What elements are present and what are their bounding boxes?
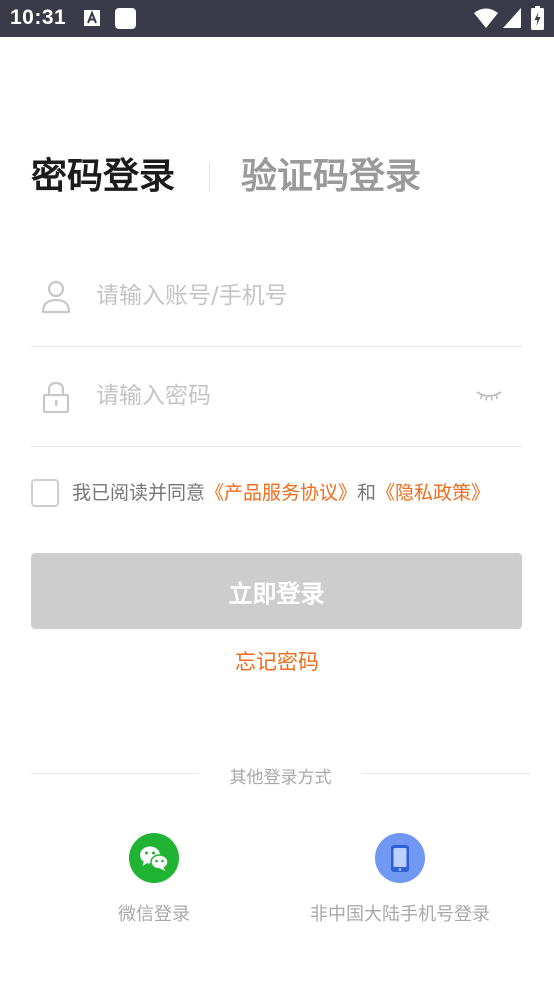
privacy-link[interactable]: 《隐私政策》 xyxy=(376,482,490,504)
password-input[interactable] xyxy=(96,376,456,416)
overseas-phone-login-button[interactable]: 非中国大陆手机号登录 xyxy=(290,833,510,926)
wechat-login-label: 微信登录 xyxy=(118,904,190,925)
forgot-password-link[interactable]: 忘记密码 xyxy=(0,646,554,676)
phone-icon xyxy=(375,833,425,883)
a-notification-icon xyxy=(84,10,100,26)
status-bar: 10:31 xyxy=(0,0,554,37)
wechat-login-button[interactable]: 微信登录 xyxy=(104,833,204,926)
square-notification-icon xyxy=(115,8,136,29)
tab-password-login[interactable]: 密码登录 xyxy=(31,153,175,201)
account-field xyxy=(31,266,522,347)
battery-icon xyxy=(531,6,544,30)
tab-code-login[interactable]: 验证码登录 xyxy=(241,153,421,201)
account-input[interactable] xyxy=(96,276,456,316)
other-login-title: 其他登录方式 xyxy=(229,768,332,788)
terms-link[interactable]: 《产品服务协议》 xyxy=(205,482,357,504)
agreement-checkbox[interactable] xyxy=(31,479,59,507)
divider-left xyxy=(31,773,199,774)
password-field xyxy=(31,366,522,447)
wechat-icon xyxy=(129,833,179,883)
lock-icon xyxy=(42,381,70,414)
login-tabs: 密码登录 验证码登录 xyxy=(31,153,511,203)
agreement-prefix: 我已阅读并同意 xyxy=(72,482,206,504)
agreement-row: 我已阅读并同意《产品服务协议》和《隐私政策》 xyxy=(31,478,531,508)
tab-divider xyxy=(209,163,210,191)
user-icon xyxy=(41,280,71,314)
signal-icon xyxy=(503,8,521,28)
eye-closed-icon[interactable] xyxy=(475,388,503,404)
wifi-icon xyxy=(474,8,498,28)
agreement-text: 我已阅读并同意《产品服务协议》和《隐私政策》 xyxy=(72,480,490,506)
divider-right xyxy=(362,773,530,774)
login-button[interactable]: 立即登录 xyxy=(31,553,522,629)
status-time: 10:31 xyxy=(10,6,67,29)
overseas-login-label: 非中国大陆手机号登录 xyxy=(310,904,490,925)
agreement-and: 和 xyxy=(357,482,377,504)
